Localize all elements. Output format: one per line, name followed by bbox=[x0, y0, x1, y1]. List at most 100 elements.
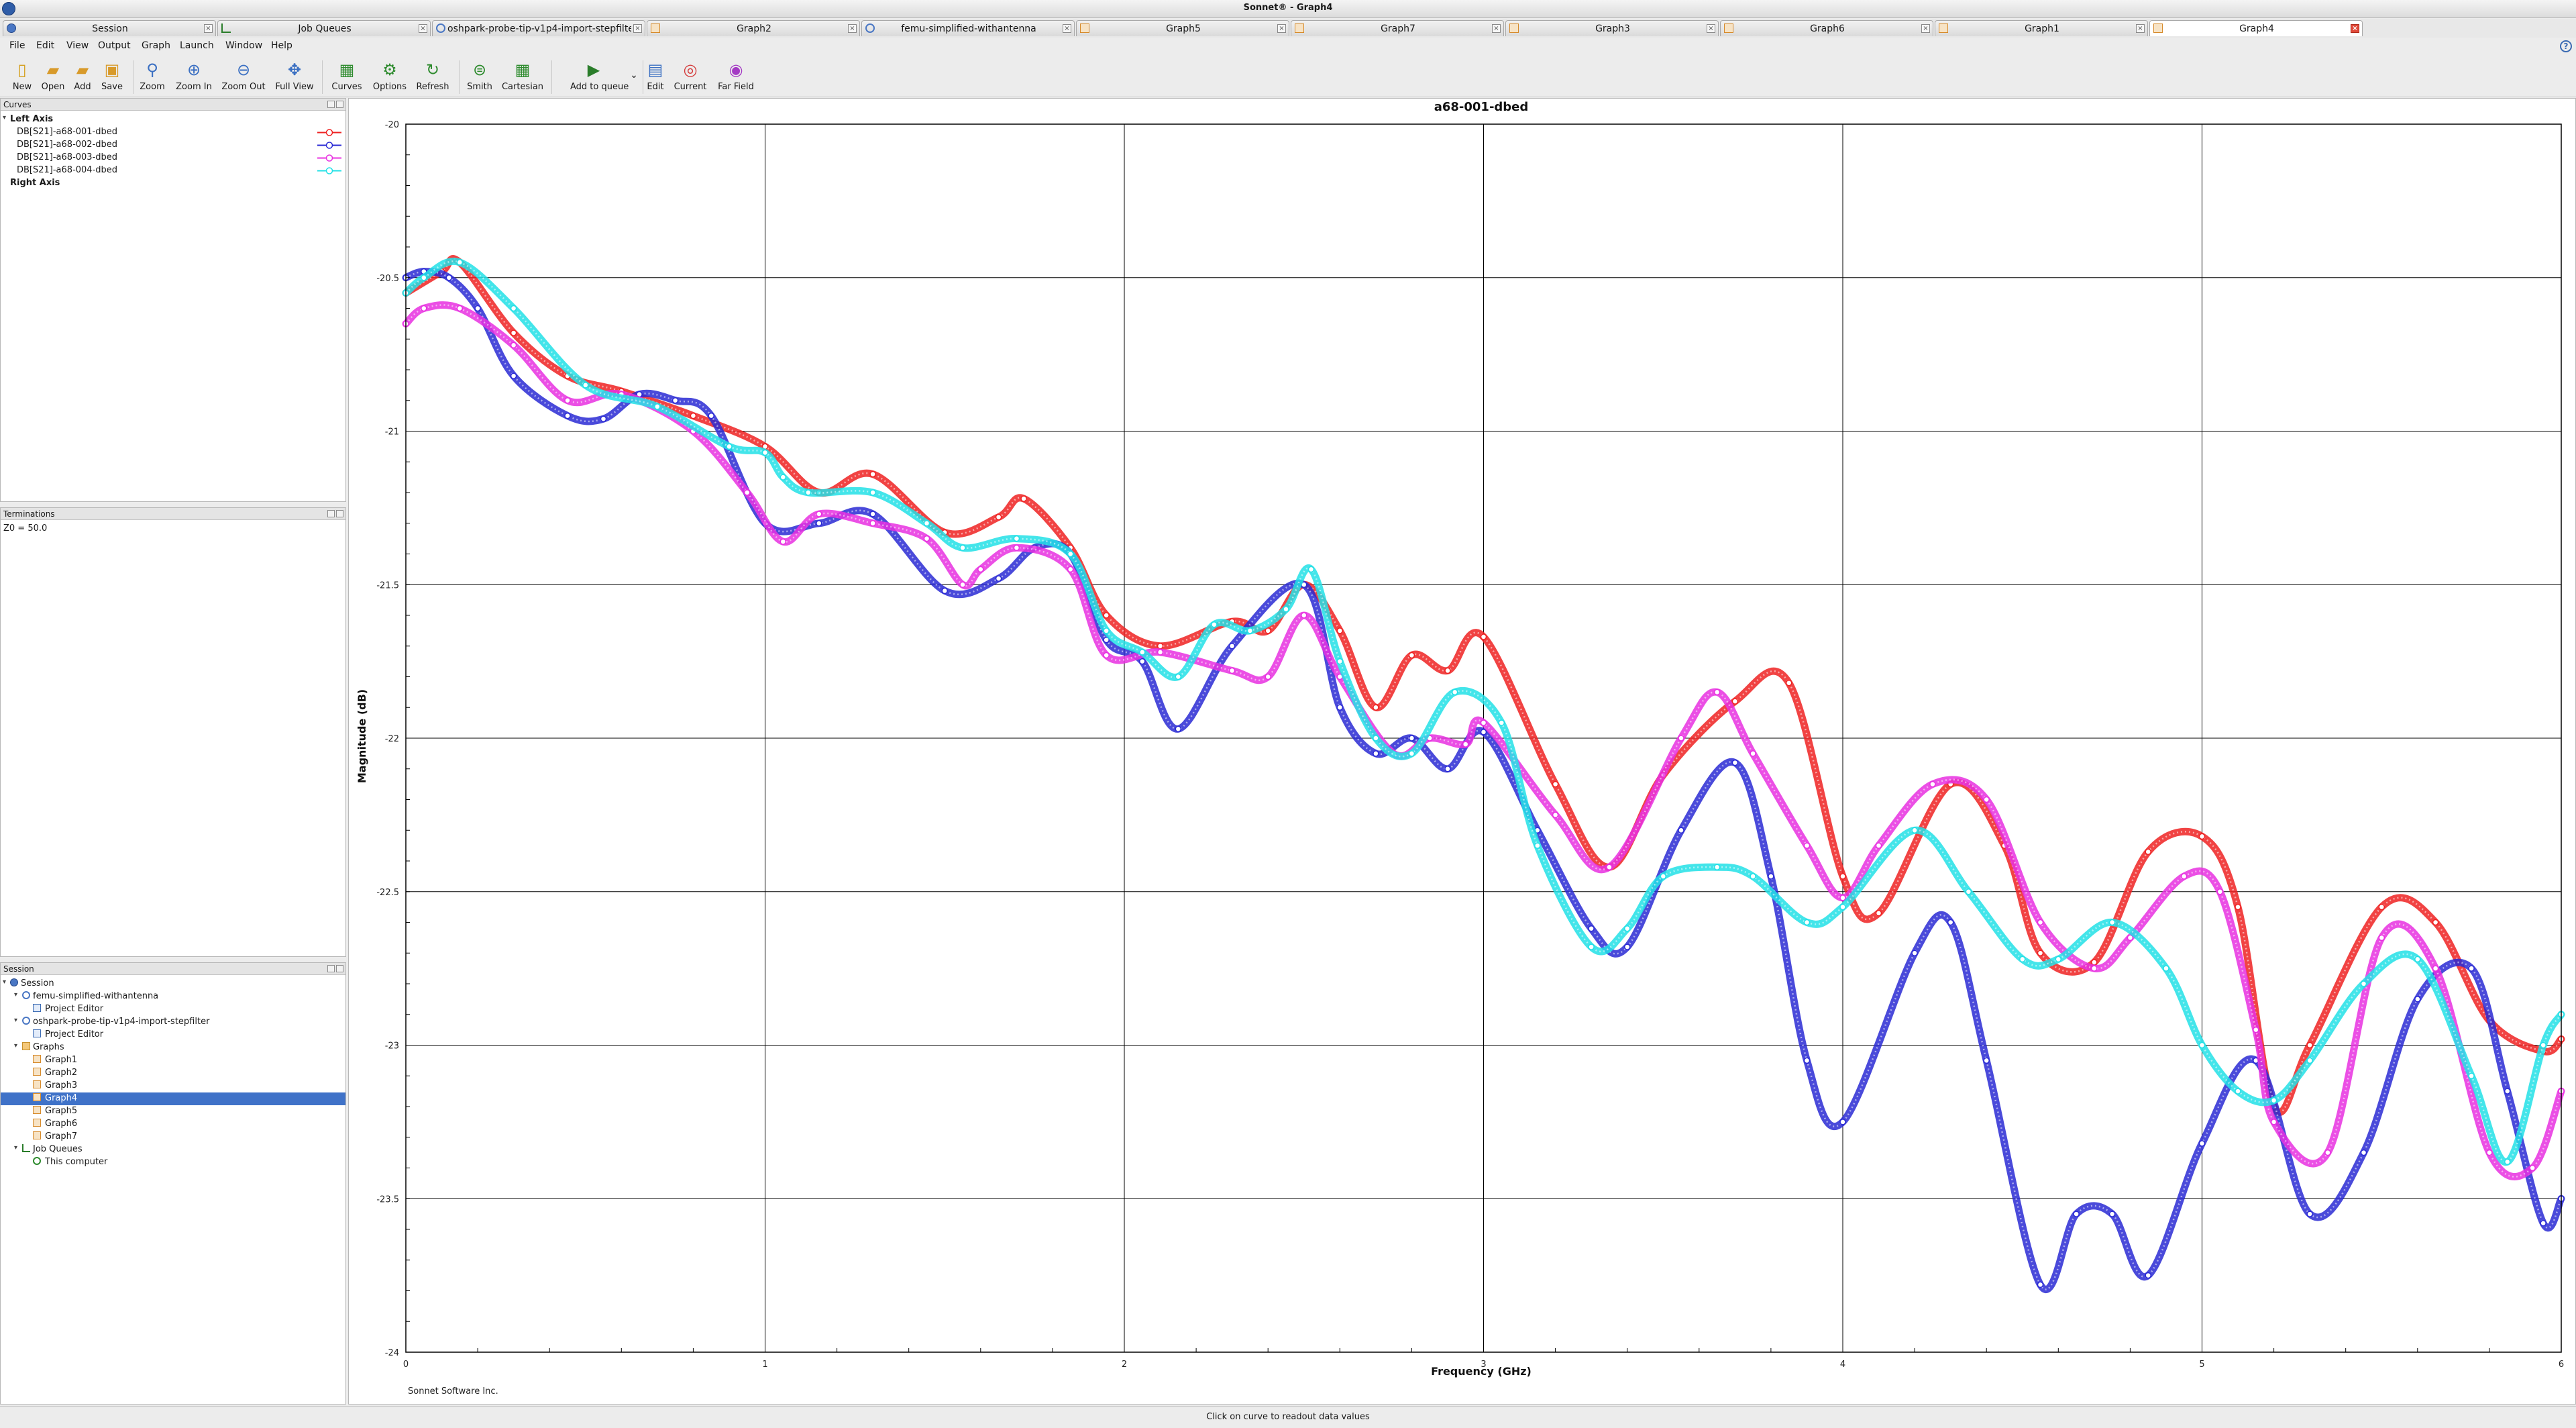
series-point-4[interactable] bbox=[2198, 1041, 2206, 1049]
close-icon[interactable]: × bbox=[633, 24, 642, 33]
tree-graph-item[interactable]: Graph3 bbox=[1, 1080, 345, 1092]
add-to-queue-button[interactable]: ▶ Add to queue bbox=[570, 59, 629, 95]
tree-graph-item-selected[interactable]: Graph4 bbox=[1, 1092, 345, 1105]
series-point-2[interactable] bbox=[1911, 950, 1918, 956]
series-point-1[interactable] bbox=[1373, 704, 1379, 711]
series-point-2[interactable] bbox=[1623, 944, 1631, 950]
close-icon[interactable]: × bbox=[419, 24, 427, 33]
series-point-2[interactable] bbox=[445, 274, 453, 281]
series-point-2[interactable] bbox=[869, 511, 876, 517]
chevron-down-icon[interactable]: ▾ bbox=[14, 1042, 17, 1050]
series-point-3[interactable] bbox=[1875, 842, 1882, 849]
tab-job-queues[interactable]: Job Queues × bbox=[217, 20, 431, 36]
close-icon[interactable]: × bbox=[204, 24, 213, 33]
series-point-3[interactable] bbox=[1103, 652, 1110, 659]
tab-graph6[interactable]: Graph6 × bbox=[1720, 20, 1933, 36]
series-point-3[interactable] bbox=[1678, 735, 1684, 742]
tab-graph2[interactable]: Graph2 × bbox=[647, 20, 860, 36]
series-point-3[interactable] bbox=[1929, 780, 1936, 788]
series-point-1[interactable] bbox=[2432, 919, 2439, 926]
series-point-4[interactable] bbox=[1307, 566, 1315, 573]
series-point-3[interactable] bbox=[456, 305, 464, 312]
close-icon[interactable]: × bbox=[1063, 24, 1071, 33]
tab-graph4[interactable]: Graph4 × bbox=[2149, 20, 2363, 36]
series-point-2[interactable] bbox=[1175, 725, 1182, 733]
series-point-3[interactable] bbox=[959, 581, 966, 589]
series-point-4[interactable] bbox=[2540, 1041, 2546, 1049]
series-point-4[interactable] bbox=[1623, 925, 1631, 932]
chevron-down-icon[interactable]: ▾ bbox=[14, 1144, 17, 1152]
series-point-4[interactable] bbox=[2019, 956, 2026, 963]
series-point-1[interactable] bbox=[1839, 873, 1846, 880]
tree-graph-item[interactable]: Graph2 bbox=[1, 1067, 345, 1080]
series-point-4[interactable] bbox=[2306, 1057, 2313, 1064]
help-icon[interactable]: ? bbox=[2560, 40, 2572, 52]
series-point-2[interactable] bbox=[1228, 642, 1236, 650]
current-button[interactable]: ◎ Current bbox=[674, 59, 707, 95]
tree-graph-item[interactable]: Graph6 bbox=[1, 1118, 345, 1131]
series-point-3[interactable] bbox=[2253, 1026, 2259, 1033]
tab-graph1[interactable]: Graph1 × bbox=[1935, 20, 2148, 36]
tree-project-femu[interactable]: ▾ femu-simplified-withantenna bbox=[1, 990, 345, 1003]
tree-session[interactable]: ▾ Session bbox=[1, 978, 345, 990]
series-point-3[interactable] bbox=[1713, 688, 1721, 696]
series-point-2[interactable] bbox=[564, 412, 571, 419]
series-point-3[interactable] bbox=[564, 397, 571, 404]
series-point-2[interactable] bbox=[1408, 735, 1415, 742]
tree-project-oshpark[interactable]: ▾ oshpark-probe-tip-v1p4-import-stepfilt… bbox=[1, 1016, 345, 1029]
tree-graph-item[interactable]: Graph1 bbox=[1, 1054, 345, 1067]
series-point-4[interactable] bbox=[1175, 673, 1182, 680]
zoom-in-button[interactable]: ⊕ Zoom In bbox=[176, 59, 212, 95]
series-point-2[interactable] bbox=[1678, 827, 1684, 834]
series-point-2[interactable] bbox=[600, 415, 607, 422]
series-point-4[interactable] bbox=[726, 443, 733, 450]
series-point-2[interactable] bbox=[2540, 1220, 2546, 1227]
zoom-out-button[interactable]: ⊖ Zoom Out bbox=[221, 59, 265, 95]
series-point-4[interactable] bbox=[1067, 550, 1074, 558]
series-point-2[interactable] bbox=[1139, 658, 1146, 665]
tab-graph5[interactable]: Graph5 × bbox=[1076, 20, 1289, 36]
series-point-1[interactable] bbox=[2306, 1041, 2313, 1049]
series-point-4[interactable] bbox=[2504, 1158, 2511, 1166]
series-point-4[interactable] bbox=[761, 449, 769, 456]
series-point-2[interactable] bbox=[1336, 704, 1344, 711]
series-point-4[interactable] bbox=[1246, 627, 1254, 634]
tree-this-computer[interactable]: This computer bbox=[1, 1156, 345, 1169]
series-point-2[interactable] bbox=[941, 587, 949, 595]
series-point-3[interactable] bbox=[1157, 649, 1164, 656]
series-point-3[interactable] bbox=[2270, 1119, 2277, 1125]
series-point-3[interactable] bbox=[2324, 1149, 2331, 1156]
close-icon[interactable]: × bbox=[1921, 24, 1930, 33]
series-point-4[interactable] bbox=[1965, 888, 1972, 895]
series-point-2[interactable] bbox=[2145, 1272, 2151, 1279]
series-point-3[interactable] bbox=[816, 511, 822, 517]
series-point-3[interactable] bbox=[1803, 842, 1811, 849]
series-point-3[interactable] bbox=[1301, 612, 1307, 619]
series-point-2[interactable] bbox=[2360, 1149, 2367, 1156]
tree-graph-item[interactable]: Graph7 bbox=[1, 1131, 345, 1143]
series-point-4[interactable] bbox=[780, 474, 787, 480]
series-point-1[interactable] bbox=[1020, 495, 1027, 502]
smith-button[interactable]: ⊜ Smith bbox=[467, 59, 492, 95]
series-point-4[interactable] bbox=[1839, 903, 1846, 911]
series-point-4[interactable] bbox=[1013, 535, 1020, 542]
close-icon[interactable]: × bbox=[848, 24, 857, 33]
chevron-down-icon[interactable]: ▾ bbox=[3, 114, 6, 121]
series-point-3[interactable] bbox=[869, 520, 876, 527]
series-point-1[interactable] bbox=[2091, 959, 2098, 966]
series-point-4[interactable] bbox=[2414, 956, 2421, 963]
tree-graphs-folder[interactable]: ▾ Graphs bbox=[1, 1041, 345, 1054]
full-view-button[interactable]: ✥ Full View bbox=[275, 59, 313, 95]
series-point-3[interactable] bbox=[1839, 895, 1846, 901]
series-point-2[interactable] bbox=[995, 575, 1002, 582]
menu-window[interactable]: Window bbox=[225, 40, 262, 51]
restore-icon[interactable] bbox=[327, 965, 335, 972]
series-point-1[interactable] bbox=[1408, 652, 1415, 659]
tab-graph3[interactable]: Graph3 × bbox=[1505, 20, 1719, 36]
series-point-4[interactable] bbox=[2468, 1072, 2475, 1080]
series-point-3[interactable] bbox=[780, 538, 787, 545]
series-point-1[interactable] bbox=[1336, 627, 1344, 634]
close-icon[interactable]: × bbox=[2136, 24, 2145, 33]
series-point-4[interactable] bbox=[1588, 944, 1595, 950]
series-point-4[interactable] bbox=[869, 489, 876, 496]
